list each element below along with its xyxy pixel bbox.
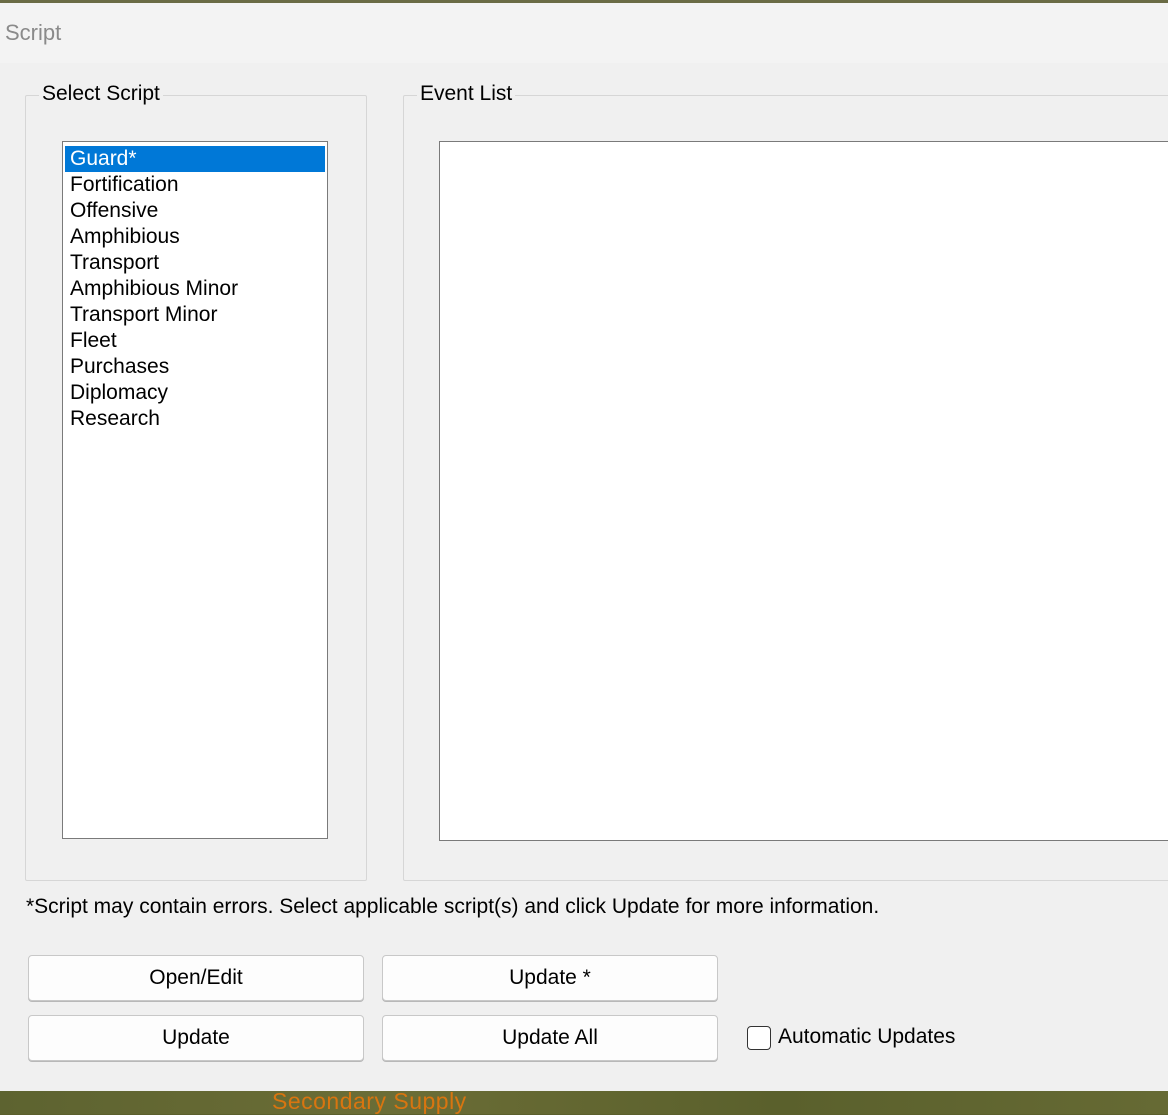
update-button[interactable]: Update <box>28 1015 364 1061</box>
script-list-item[interactable]: Transport Minor <box>65 302 325 328</box>
title-bar[interactable]: Script <box>0 3 1168 63</box>
automatic-updates-label[interactable]: Automatic Updates <box>778 1025 955 1049</box>
automatic-updates-checkbox[interactable] <box>747 1026 771 1050</box>
script-list-item[interactable]: Amphibious <box>65 224 325 250</box>
select-script-group: Select Script Guard* Fortification Offensi… <box>25 82 367 881</box>
event-listbox[interactable] <box>439 141 1168 841</box>
script-list-item[interactable]: Purchases <box>65 354 325 380</box>
script-list-item[interactable]: Diplomacy <box>65 380 325 406</box>
script-dialog: Script Select Script Guard* Fortification… <box>0 3 1168 1091</box>
open-edit-button[interactable]: Open/Edit <box>28 955 364 1001</box>
window-title: Script <box>5 20 62 45</box>
script-list-item[interactable]: Guard* <box>65 146 325 172</box>
select-script-legend: Select Script <box>39 82 163 106</box>
script-list-item[interactable]: Amphibious Minor <box>65 276 325 302</box>
script-list-item[interactable]: Research <box>65 406 325 432</box>
script-list-item[interactable]: Fleet <box>65 328 325 354</box>
event-list-legend: Event List <box>417 82 516 106</box>
map-label: Secondary Supply <box>272 1088 467 1114</box>
script-list-item[interactable]: Offensive <box>65 198 325 224</box>
script-listbox[interactable]: Guard* Fortification Offensive Amphibious Tr… <box>62 141 328 839</box>
update-all-button[interactable]: Update All <box>382 1015 718 1061</box>
script-list-item[interactable]: Fortification <box>65 172 325 198</box>
script-list-item[interactable]: Transport <box>65 250 325 276</box>
script-error-note: *Script may contain errors. Select appli… <box>26 895 880 918</box>
map-background <box>0 1091 1168 1114</box>
event-list-group: Event List <box>403 82 1168 881</box>
update-star-button[interactable]: Update * <box>382 955 718 1001</box>
